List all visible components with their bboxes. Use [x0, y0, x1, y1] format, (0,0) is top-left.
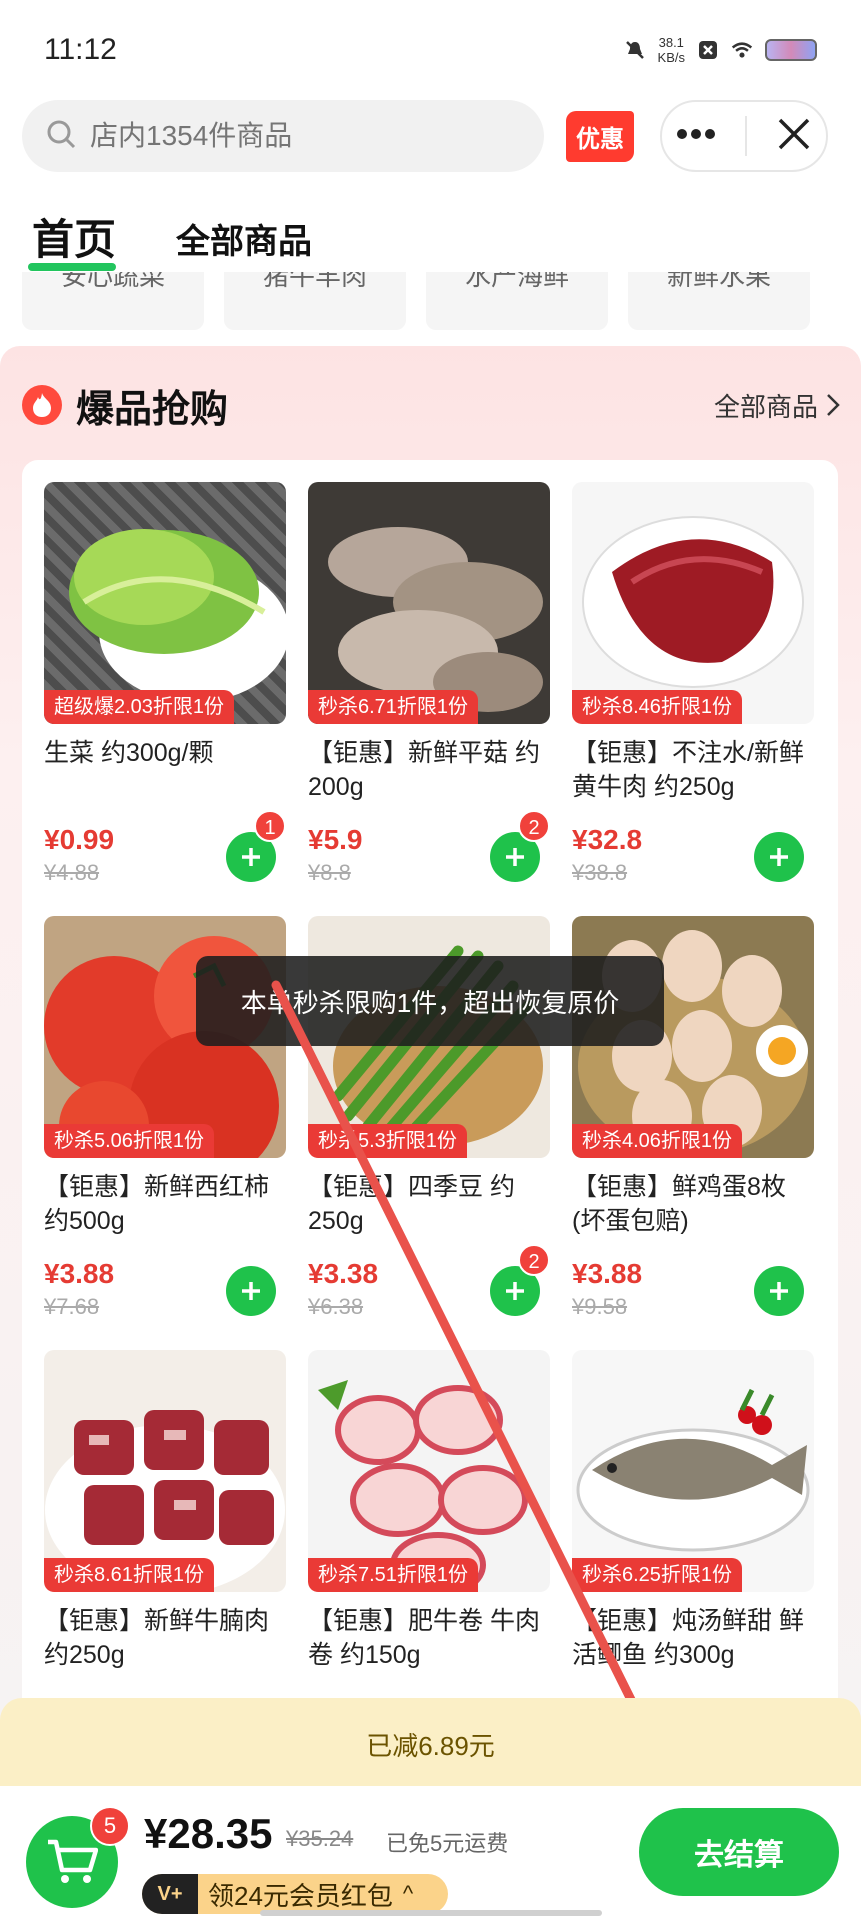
total-price: ¥28.35	[144, 1810, 273, 1857]
wifi-icon	[731, 39, 753, 61]
tab-home[interactable]: 首页	[27, 206, 116, 271]
vip-coupon-label: 领24元会员红包	[208, 1880, 393, 1911]
search-row: 优惠	[22, 98, 840, 174]
capsule-divider	[744, 116, 747, 156]
tab-all-products[interactable]: 全部商品	[176, 214, 312, 267]
close-icon[interactable]	[776, 116, 812, 157]
category-label: 安心蔬菜	[60, 272, 165, 291]
status-bar: 11:12 38.1 KB/s	[0, 0, 861, 100]
category-item[interactable]: 猪牛羊肉	[224, 272, 406, 330]
search-icon	[46, 119, 76, 154]
product-image: 秒杀8.46折限1份	[572, 482, 814, 724]
checkout-bar: 5 ¥28.35 ¥35.24 已免5元运费 V+ 领24元会员红包 ^ 去结算	[0, 1786, 861, 1920]
product-card[interactable]: 秒杀6.25折限1份 【钜惠】炖汤鲜甜 鲜活鲫鱼 约300g	[572, 1350, 814, 1674]
more-icon[interactable]	[676, 127, 716, 145]
category-item[interactable]: 水产海鲜	[426, 272, 608, 330]
original-total: ¥35.24	[286, 1826, 354, 1851]
product-card[interactable]: 秒杀8.61折限1份 【钜惠】新鲜牛腩肉约250g	[44, 1350, 286, 1674]
mute-icon	[624, 39, 646, 61]
product-tag: 秒杀6.25折限1份	[572, 1558, 743, 1592]
category-label: 猪牛羊肉	[262, 272, 367, 291]
quantity-badge: 1	[254, 810, 286, 842]
product-grid: 超级爆2.03折限1份 生菜 约300g/颗 ¥0.99 ¥4.88 1 秒杀6…	[22, 460, 838, 1720]
category-label: 水产海鲜	[464, 272, 569, 291]
home-indicator	[260, 1910, 602, 1916]
category-item[interactable]: 新鲜水果	[628, 272, 810, 330]
plus-icon	[770, 1282, 788, 1300]
plus-icon	[770, 848, 788, 866]
product-title: 【钜惠】鲜鸡蛋8枚(坏蛋包赔)	[572, 1173, 786, 1235]
vip-coupon-button[interactable]: V+ 领24元会员红包 ^	[142, 1874, 448, 1914]
product-card[interactable]: 秒杀6.71折限1份 【钜惠】新鲜平菇 约200g ¥5.9 ¥8.8 2	[308, 482, 550, 886]
plus-icon	[506, 1282, 524, 1300]
plus-icon	[506, 848, 524, 866]
product-tag: 超级爆2.03折限1份	[44, 690, 235, 724]
chevron-up-icon: ^	[402, 1881, 414, 1906]
section-title: 爆品抢购	[76, 388, 229, 431]
product-title: 生菜 约300g/颗	[44, 739, 214, 767]
product-title: 【钜惠】炖汤鲜甜 鲜活鲫鱼 约300g	[572, 1607, 804, 1669]
quantity-badge: 2	[518, 1244, 550, 1276]
category-item[interactable]: 安心蔬菜	[22, 272, 204, 330]
product-title: 【钜惠】四季豆 约250g	[308, 1173, 515, 1235]
cart-count-badge: 5	[90, 1806, 130, 1846]
cart-button[interactable]: 5	[26, 1806, 130, 1908]
add-to-cart-button[interactable]: 2	[490, 1244, 550, 1316]
speed-value: 38.1	[658, 35, 684, 50]
product-tag: 秒杀8.61折限1份	[44, 1558, 215, 1592]
add-to-cart-button[interactable]	[754, 832, 804, 882]
store-tabs: 首页 全部商品	[27, 206, 312, 271]
discount-banner: 已减6.89元	[0, 1698, 861, 1790]
promo-badge[interactable]: 优惠	[566, 110, 634, 162]
speed-unit: KB/s	[657, 50, 685, 65]
product-tag: 秒杀7.51折限1份	[308, 1558, 479, 1592]
status-icons: 38.1 KB/s	[624, 35, 817, 65]
search-input[interactable]	[90, 120, 510, 152]
product-tag: 秒杀5.3折限1份	[308, 1124, 467, 1158]
product-card[interactable]: 秒杀7.51折限1份 【钜惠】肥牛卷 牛肉卷 约150g	[308, 1350, 550, 1674]
product-card[interactable]: 超级爆2.03折限1份 生菜 约300g/颗 ¥0.99 ¥4.88 1	[44, 482, 286, 886]
product-card[interactable]: 秒杀8.46折限1份 【钜惠】不注水/新鲜黄牛肉 约250g ¥32.8 ¥38…	[572, 482, 814, 886]
product-title: 【钜惠】新鲜西红柿约500g	[44, 1173, 270, 1235]
product-image: 秒杀6.25折限1份	[572, 1350, 814, 1592]
section-header: 爆品抢购 全部商品	[22, 378, 840, 432]
mini-program-capsule	[660, 100, 828, 172]
product-tag: 秒杀5.06折限1份	[44, 1124, 215, 1158]
add-to-cart-button[interactable]	[754, 1266, 804, 1316]
product-title: 【钜惠】新鲜平菇 约200g	[308, 739, 540, 801]
add-to-cart-button[interactable]: 1	[226, 810, 286, 882]
shipping-fee-note: 已免5元运费	[386, 1831, 509, 1856]
product-tag: 秒杀6.71折限1份	[308, 690, 479, 724]
status-time: 11:12	[44, 33, 117, 66]
chevron-right-icon	[827, 394, 840, 416]
product-tag: 秒杀8.46折限1份	[572, 690, 743, 724]
see-all-link[interactable]: 全部商品	[714, 387, 840, 424]
add-to-cart-button[interactable]: 2	[490, 810, 550, 882]
product-image: 秒杀6.71折限1份	[308, 482, 550, 724]
sim-x-icon	[697, 39, 719, 61]
quantity-badge: 2	[518, 810, 550, 842]
product-tag: 秒杀4.06折限1份	[572, 1124, 743, 1158]
category-strip: 安心蔬菜 猪牛羊肉 水产海鲜 新鲜水果	[0, 272, 861, 330]
product-title: 【钜惠】肥牛卷 牛肉卷 约150g	[308, 1607, 540, 1669]
vip-plus-icon: V+	[142, 1874, 198, 1914]
add-to-cart-button[interactable]	[226, 1266, 276, 1316]
cart-icon	[48, 1839, 98, 1883]
plus-icon	[242, 1282, 260, 1300]
plus-icon	[242, 848, 260, 866]
toast-message: 本单秒杀限购1件，超出恢复原价	[196, 956, 664, 1046]
product-image: 秒杀8.61折限1份	[44, 1350, 286, 1592]
product-image: 超级爆2.03折限1份	[44, 482, 286, 724]
network-speed: 38.1 KB/s	[658, 35, 685, 65]
category-label: 新鲜水果	[666, 272, 771, 291]
fire-icon	[22, 385, 62, 425]
see-all-label: 全部商品	[713, 391, 818, 422]
product-title: 【钜惠】新鲜牛腩肉约250g	[44, 1607, 270, 1669]
battery-icon	[765, 39, 817, 61]
search-box[interactable]	[22, 100, 544, 172]
checkout-button[interactable]: 去结算	[639, 1808, 839, 1896]
product-image: 秒杀7.51折限1份	[308, 1350, 550, 1592]
product-title: 【钜惠】不注水/新鲜黄牛肉 约250g	[572, 739, 804, 801]
